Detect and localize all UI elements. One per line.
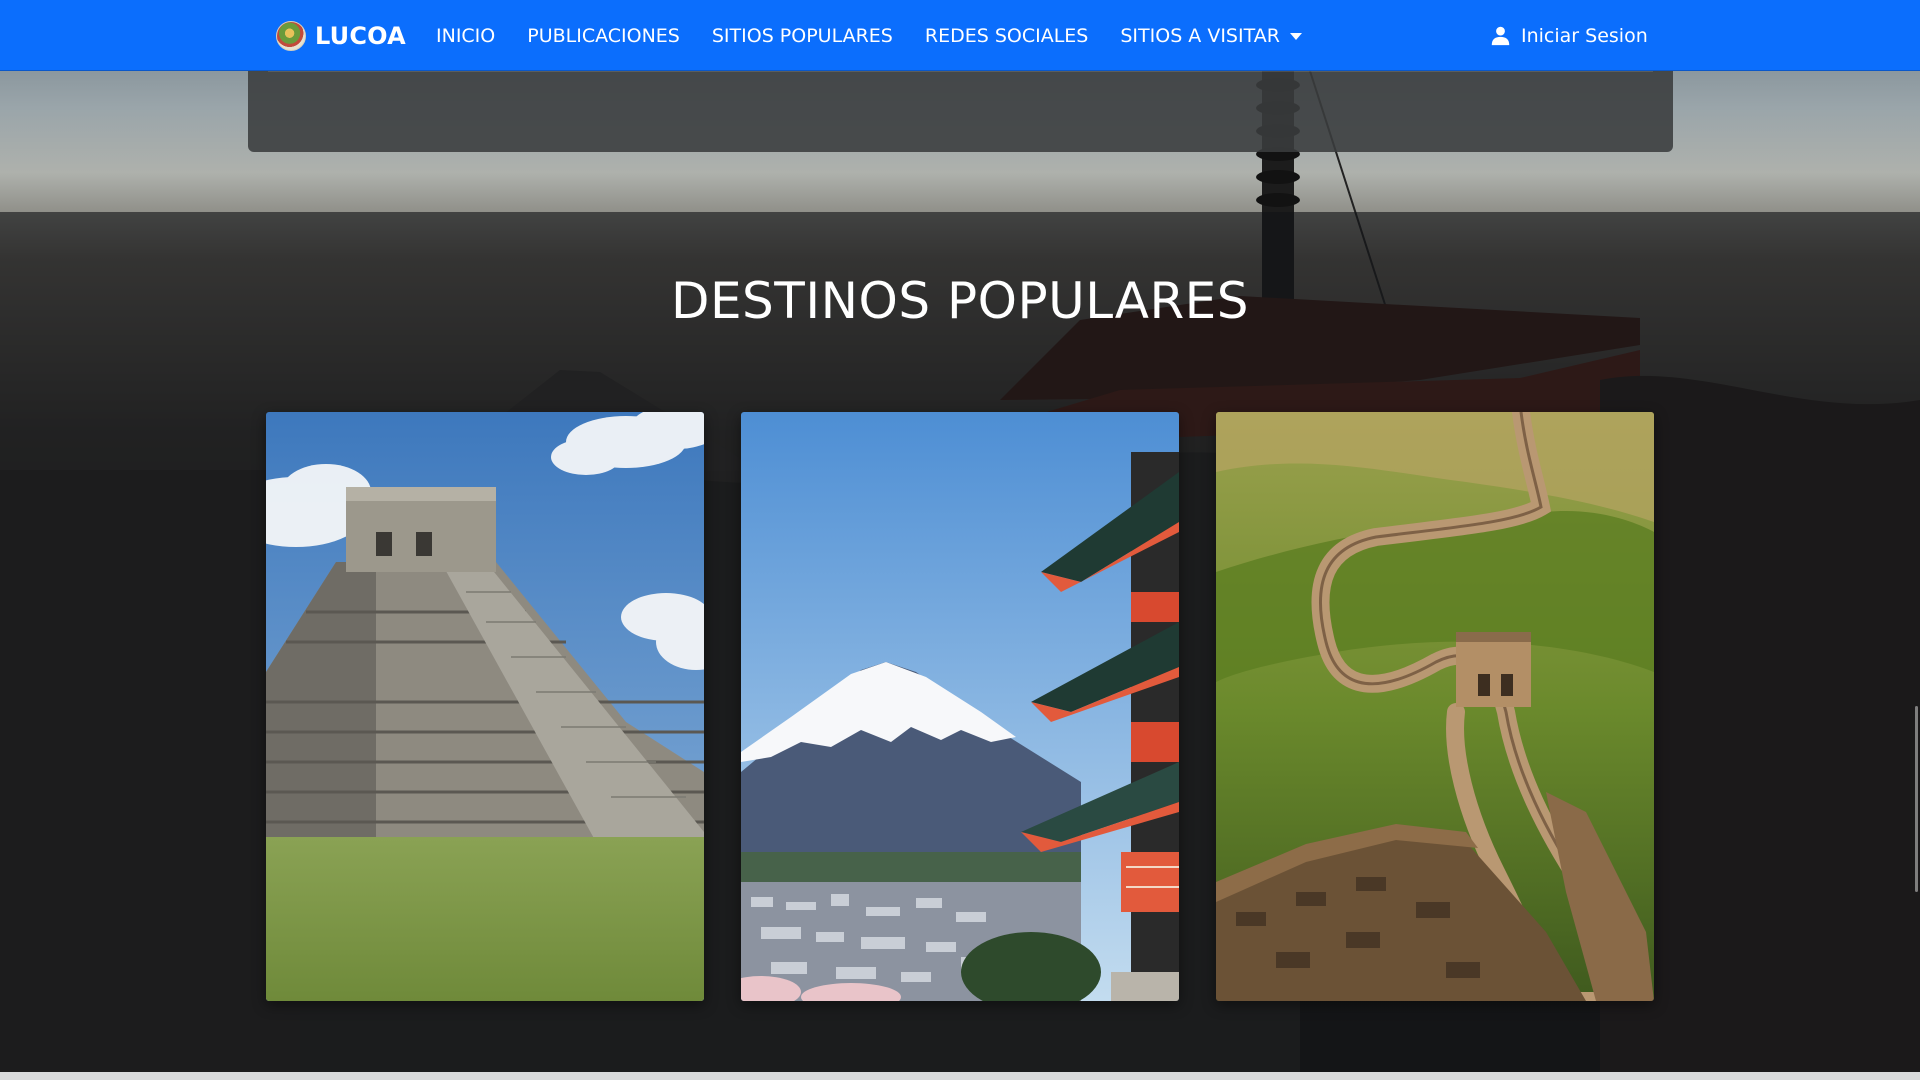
panel-divider: [268, 71, 1653, 72]
nav-link-inicio[interactable]: INICIO: [420, 25, 511, 47]
nav-link-publicaciones[interactable]: PUBLICACIONES: [511, 25, 696, 47]
chichen-itza-image: [266, 412, 704, 1001]
top-navbar: LUCOA INICIO PUBLICACIONES SITIOS POPULA…: [0, 0, 1920, 71]
caret-down-icon: [1289, 32, 1302, 40]
brand-link[interactable]: LUCOA: [276, 20, 406, 52]
nav-menu: INICIO PUBLICACIONES SITIOS POPULARES RE…: [420, 0, 1318, 71]
page-scrollbar[interactable]: [1915, 706, 1918, 892]
nav-link-redes-sociales[interactable]: REDES SOCIALES: [909, 25, 1104, 47]
section-title: DESTINOS POPULARES: [670, 272, 1250, 330]
nav-dropdown-sitios-a-visitar[interactable]: SITIOS A VISITAR: [1104, 25, 1318, 47]
brand-logo-icon: [276, 21, 306, 51]
destinations-grid: [266, 412, 1654, 1001]
destination-card-great-wall[interactable]: [1216, 412, 1654, 1001]
brand-name: LUCOA: [315, 22, 406, 50]
previous-section-panel: [248, 71, 1673, 152]
destination-card-mount-fuji[interactable]: [741, 412, 1179, 1001]
great-wall-image: [1216, 412, 1654, 1001]
nav-dropdown-label: SITIOS A VISITAR: [1120, 24, 1280, 47]
login-button[interactable]: Iniciar Sesion: [1490, 0, 1648, 71]
user-icon: [1491, 26, 1510, 46]
login-label: Iniciar Sesion: [1521, 24, 1648, 47]
page-bottom-edge: [0, 1072, 1920, 1080]
mount-fuji-image: [741, 412, 1179, 1001]
nav-link-sitios-populares[interactable]: SITIOS POPULARES: [696, 25, 909, 47]
destination-card-chichen-itza[interactable]: [266, 412, 704, 1001]
